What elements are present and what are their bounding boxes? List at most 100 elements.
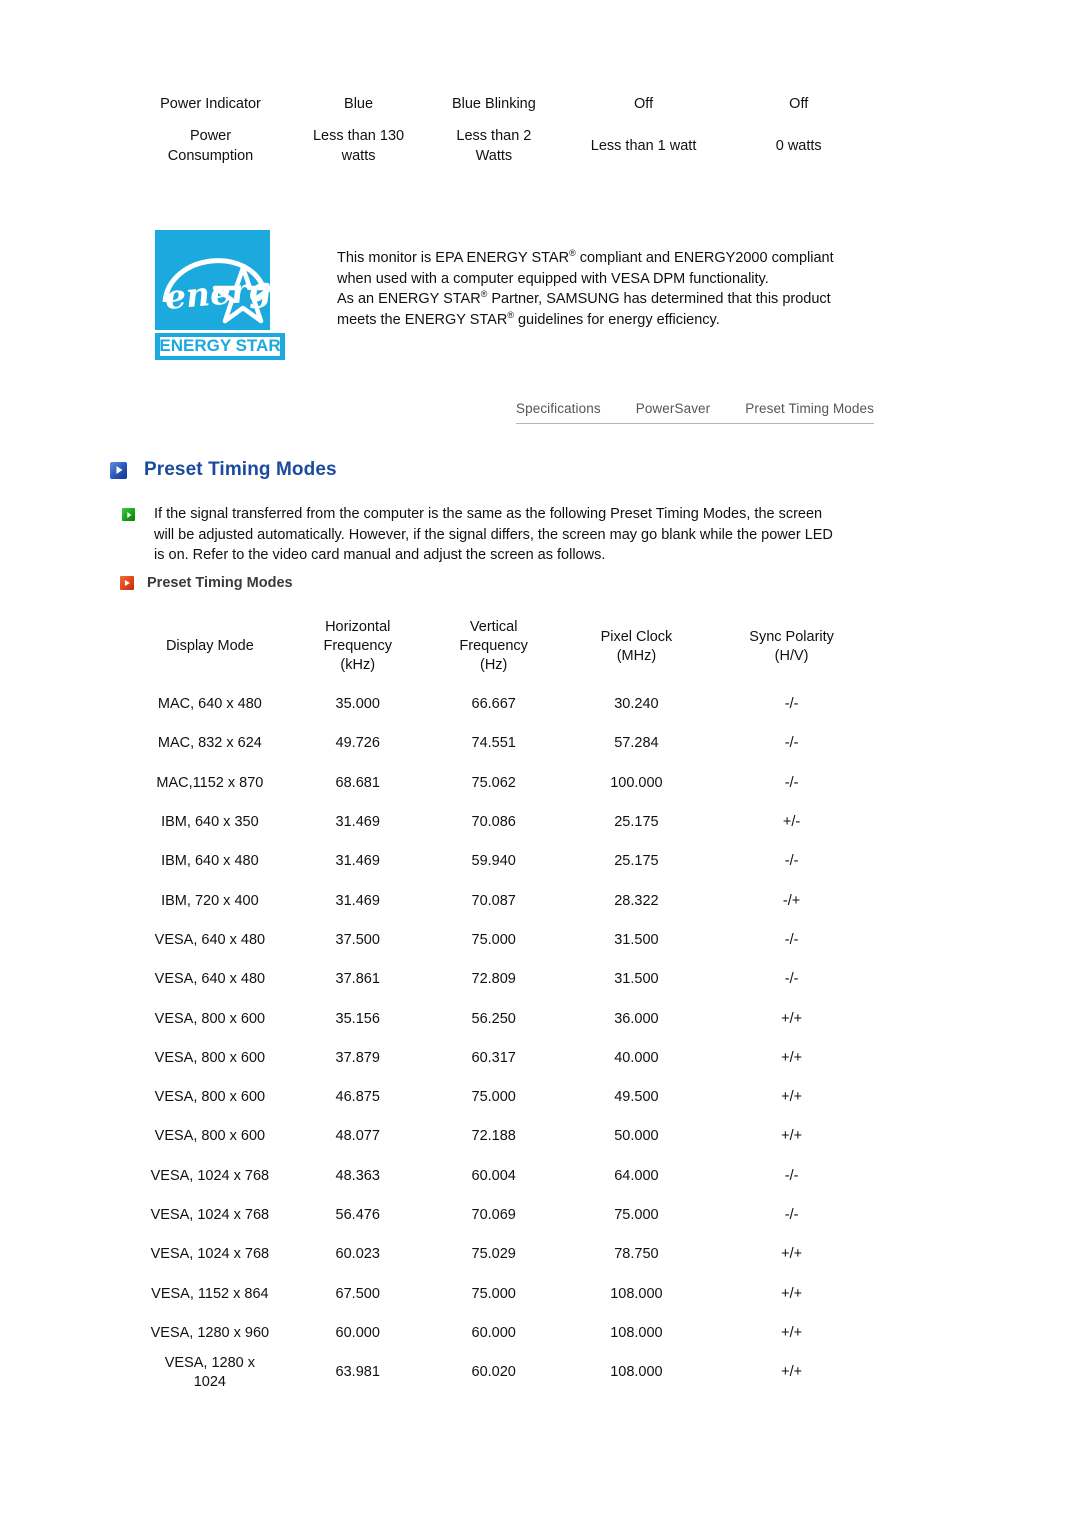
cell-sync-polarity: +/+ bbox=[781, 1128, 803, 1145]
cell-horizontal-frequency: 48.077 bbox=[335, 1128, 380, 1145]
cell-sync-polarity: -/- bbox=[784, 735, 799, 752]
energy-star-block: energy ENERGY STAR This monitor is EPA E… bbox=[155, 230, 875, 360]
table-row: IBM, 640 x 480 31.469 59.940 25.175 -/- bbox=[130, 842, 872, 881]
tab-preset-timing-modes[interactable]: Preset Timing Modes bbox=[745, 401, 874, 416]
table-header: Display Mode Horizontal Frequency (kHz) … bbox=[130, 618, 872, 685]
subsection-heading-label: Preset Timing Modes bbox=[147, 575, 293, 591]
cell-display-mode: VESA, 640 x 480 bbox=[154, 971, 266, 988]
cell-display-mode: VESA, 1280 x 960 bbox=[150, 1324, 270, 1341]
cell-vertical-frequency: 70.087 bbox=[471, 892, 516, 909]
table-row: VESA, 1024 x 768 48.363 60.004 64.000 -/- bbox=[130, 1157, 872, 1196]
cell-display-mode: VESA, 1280 x 1024 bbox=[130, 1353, 290, 1392]
energy-star-description: This monitor is EPA ENERGY STAR® complia… bbox=[337, 230, 857, 330]
col1-line3: (kHz) bbox=[340, 657, 376, 673]
tab-specifications[interactable]: Specifications bbox=[516, 401, 601, 416]
cell-sync-polarity: +/+ bbox=[781, 1324, 803, 1341]
cell-display-mode: MAC,1152 x 870 bbox=[156, 774, 264, 791]
power-consumption-mechoff: 0 watts bbox=[775, 138, 822, 154]
col4-line1: Sync Polarity bbox=[749, 628, 834, 645]
cell-display-mode: MAC, 832 x 624 bbox=[157, 735, 262, 752]
table-row: IBM, 640 x 350 31.469 70.086 25.175 +/- bbox=[130, 803, 872, 842]
cell-vertical-frequency: 75.000 bbox=[471, 1285, 516, 1302]
cell-display-mode: VESA, 800 x 600 bbox=[154, 1089, 266, 1106]
cell-sync-polarity: +/+ bbox=[781, 1364, 803, 1381]
column-header-vertical-frequency: Vertical Frequency (Hz) bbox=[426, 618, 562, 685]
subsection-heading: Preset Timing Modes bbox=[120, 575, 293, 591]
orange-arrow-icon bbox=[120, 576, 134, 590]
col2-line1: Vertical bbox=[469, 619, 518, 635]
column-header-pixel-clock: Pixel Clock (MHz) bbox=[562, 618, 712, 685]
cell-vertical-frequency: 59.940 bbox=[471, 853, 516, 870]
power-consumption-label-line1: Power bbox=[189, 128, 232, 144]
cell-display-mode: IBM, 640 x 350 bbox=[161, 814, 259, 831]
es-p2-a: As an ENERGY STAR bbox=[337, 291, 481, 307]
cell-sync-polarity: +/+ bbox=[781, 1285, 803, 1302]
cell-pixel-clock: 75.000 bbox=[614, 1207, 659, 1223]
cell-sync-polarity: +/+ bbox=[781, 1246, 803, 1263]
table-row: Power Consumption Less than 130 watts Le… bbox=[130, 120, 872, 172]
column-header-horizontal-frequency: Horizontal Frequency (kHz) bbox=[290, 618, 426, 685]
table-row: VESA, 1152 x 864 67.500 75.000 108.000 +/+ bbox=[130, 1274, 872, 1313]
cell-vertical-frequency: 74.551 bbox=[471, 735, 516, 752]
table-row: VESA, 1280 x 960 60.000 60.000 108.000 +/+ bbox=[130, 1314, 872, 1353]
es-p2-c: guidelines for energy efficiency. bbox=[513, 311, 720, 328]
table-row: IBM, 720 x 400 31.469 70.087 28.322 -/+ bbox=[130, 881, 872, 920]
table-row: Power Indicator Blue Blue Blinking Off O… bbox=[130, 88, 872, 120]
cell-pixel-clock: 31.500 bbox=[614, 931, 659, 948]
cell-vertical-frequency: 56.250 bbox=[471, 1010, 516, 1027]
col3-line1: Pixel Clock bbox=[600, 628, 673, 645]
cell-vertical-frequency: 72.188 bbox=[471, 1128, 516, 1145]
tab-powersaver[interactable]: PowerSaver bbox=[636, 401, 711, 416]
cell-pixel-clock: 57.284 bbox=[614, 735, 659, 752]
cell-vertical-frequency: 72.809 bbox=[471, 971, 516, 988]
cell-horizontal-frequency: 31.469 bbox=[335, 853, 380, 870]
col1-line1: Horizontal bbox=[325, 619, 391, 635]
power-consumption-label-line2: Consumption bbox=[167, 148, 254, 164]
cell-display-mode-line2: 1024 bbox=[193, 1373, 226, 1390]
preset-timing-modes-table: Display Mode Horizontal Frequency (kHz) … bbox=[130, 618, 872, 1392]
column-header-display-mode: Display Mode bbox=[130, 618, 290, 685]
cell-horizontal-frequency: 67.500 bbox=[335, 1285, 380, 1302]
cell-display-mode: VESA, 1024 x 768 bbox=[150, 1246, 270, 1263]
power-consumption-sleep: Less than 2 Watts bbox=[426, 120, 562, 172]
green-arrow-icon bbox=[122, 508, 135, 521]
column-header-sync-polarity: Sync Polarity (H/V) bbox=[711, 618, 872, 685]
cell-sync-polarity: -/- bbox=[784, 696, 799, 713]
cell-pixel-clock: 25.175 bbox=[614, 853, 659, 870]
energy-star-logo-svg: energy ENERGY STAR bbox=[155, 230, 295, 360]
cell-horizontal-frequency: 60.000 bbox=[335, 1324, 380, 1341]
cell-sync-polarity: -/- bbox=[784, 853, 799, 870]
table-row: MAC,1152 x 870 68.681 75.062 100.000 -/- bbox=[130, 764, 872, 803]
cell-vertical-frequency: 75.000 bbox=[471, 931, 516, 948]
navigation-tabs: Specifications PowerSaver Preset Timing … bbox=[516, 401, 874, 424]
cell-display-mode: VESA, 1152 x 864 bbox=[151, 1285, 269, 1302]
cell-sync-polarity: -/- bbox=[784, 971, 799, 988]
cell-vertical-frequency: 75.029 bbox=[471, 1246, 516, 1263]
col3-line2: (MHz) bbox=[616, 647, 657, 664]
cell-horizontal-frequency: 56.476 bbox=[335, 1207, 380, 1223]
cell-sync-polarity: +/- bbox=[782, 814, 801, 831]
powersaver-summary-table: Power Indicator Blue Blue Blinking Off O… bbox=[130, 88, 872, 172]
table-row: VESA, 1024 x 768 60.023 75.029 78.750 +/+ bbox=[130, 1235, 872, 1274]
cell-sync-polarity: -/- bbox=[784, 774, 799, 791]
table-row: VESA, 800 x 600 35.156 56.250 36.000 +/+ bbox=[130, 999, 872, 1038]
cell-sync-polarity: -/- bbox=[784, 1167, 799, 1184]
energy-star-paragraph-2: As an ENERGY STAR® Partner, SAMSUNG has … bbox=[337, 289, 857, 330]
col2-line2: Frequency bbox=[459, 638, 528, 654]
cell-display-mode-line1: VESA, 1280 x bbox=[164, 1354, 256, 1371]
power-consumption-normal-line2: watts bbox=[341, 148, 376, 164]
cell-vertical-frequency: 60.020 bbox=[471, 1364, 516, 1381]
cell-pixel-clock: 108.000 bbox=[610, 1324, 663, 1341]
cell-horizontal-frequency: 35.156 bbox=[335, 1010, 380, 1027]
table-row: VESA, 1280 x 1024 63.981 60.020 108.000 +/+ bbox=[130, 1353, 872, 1392]
cell-display-mode: VESA, 800 x 600 bbox=[154, 1128, 266, 1145]
cell-pixel-clock: 108.000 bbox=[610, 1285, 663, 1302]
col0-line1: Display Mode bbox=[165, 638, 254, 654]
cell-pixel-clock: 100.000 bbox=[610, 774, 663, 791]
cell-display-mode: VESA, 640 x 480 bbox=[154, 931, 266, 948]
cell-display-mode: MAC, 640 x 480 bbox=[157, 696, 262, 713]
col4-line2: (H/V) bbox=[774, 647, 809, 664]
cell-horizontal-frequency: 35.000 bbox=[335, 696, 380, 713]
power-indicator-poweroff: Off bbox=[634, 96, 654, 112]
cell-horizontal-frequency: 37.879 bbox=[335, 1049, 380, 1066]
